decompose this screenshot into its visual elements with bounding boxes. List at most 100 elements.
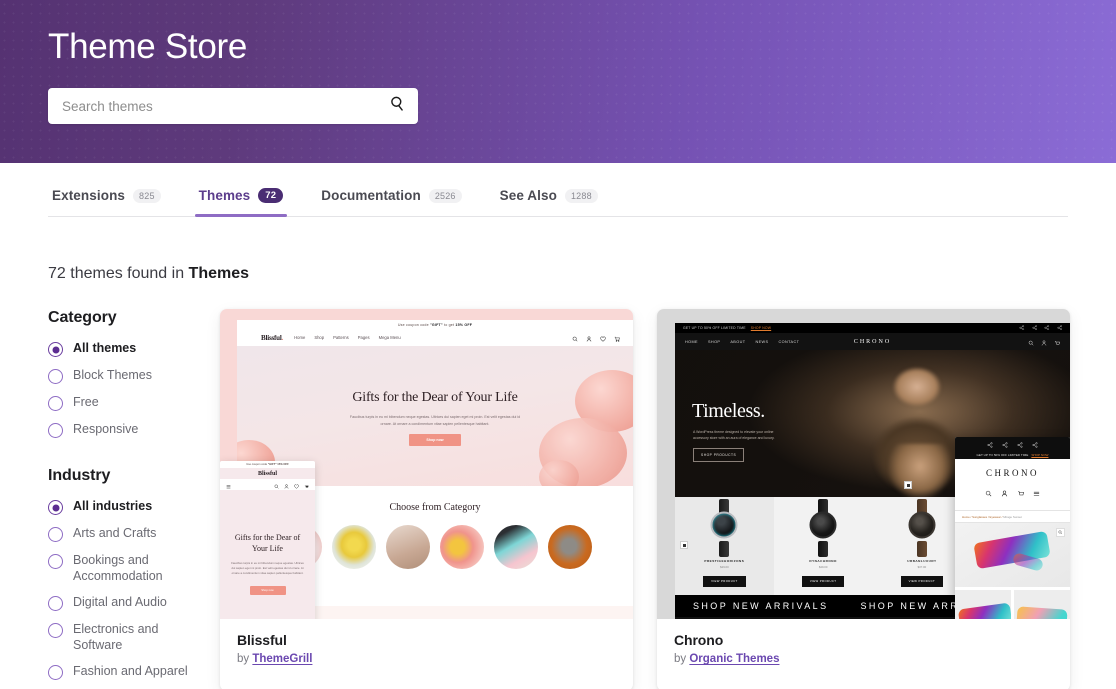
cart-icon <box>1054 333 1061 351</box>
filter-option-all-industries[interactable]: All industries <box>48 499 210 515</box>
search-icon <box>274 476 279 494</box>
filters-sidebar: Category All themes Block Themes Free Re… <box>48 309 220 689</box>
radio-icon[interactable] <box>48 554 63 569</box>
filter-option-free[interactable]: Free <box>48 395 210 411</box>
category-thumb <box>440 525 484 569</box>
radio-icon[interactable] <box>48 527 63 542</box>
mobile-promo-bar: GET UP TO 50% OFF LIMITED TIME SHOP NOW <box>955 450 1070 459</box>
preview-cta-button: Shop now <box>409 434 461 446</box>
menu-item: HOME <box>685 339 698 344</box>
preview-headline: Gifts for the Dear of Your Life <box>352 390 518 405</box>
theme-preview-image[interactable]: Use coupon code "GIFT" to get 15% OFF Bl… <box>220 309 633 619</box>
promo-mid: to get <box>444 322 455 327</box>
category-thumb <box>332 525 376 569</box>
share-icon <box>1044 325 1050 332</box>
filter-option-block-themes[interactable]: Block Themes <box>48 368 210 384</box>
preview-logo: Blissful. <box>261 333 284 342</box>
preview-nav: Blissful. Home Shop Patterns Pages Mega … <box>237 329 633 346</box>
search-bar[interactable] <box>48 88 418 124</box>
preview-brand: CHRONO <box>853 338 892 345</box>
search-input[interactable] <box>62 98 389 114</box>
breadcrumb-item: Home <box>962 514 970 519</box>
filter-option-label: Responsive <box>73 422 139 436</box>
tab-extensions[interactable]: Extensions 825 <box>48 188 165 216</box>
preview-nav-icons <box>572 329 620 347</box>
hamburger-icon <box>1033 484 1040 502</box>
menu-item: NEWS <box>755 339 769 344</box>
filter-option-label: Digital and Audio <box>73 595 167 609</box>
mobile-body-text: Faucibus turpis in eu mi bibendum neque … <box>231 561 304 576</box>
preview-promo-bar: GET UP TO 50% OFF LIMITED TIME SHOP NOW <box>675 323 1070 333</box>
cart-icon <box>614 329 620 347</box>
theme-card-chrono[interactable]: GET UP TO 50% OFF LIMITED TIME SHOP NOW … <box>657 309 1070 689</box>
filter-option-electronics-and-software[interactable]: Electronics and Software <box>48 622 210 653</box>
product-price: $49.00 <box>818 565 828 569</box>
promo-off: 15% OFF <box>455 322 473 327</box>
preview-cta-button: SHOP PRODUCTS <box>693 448 745 462</box>
radio-icon[interactable] <box>48 423 63 438</box>
heart-icon <box>600 329 606 347</box>
search-icon <box>1028 333 1034 351</box>
filter-option-label: Arts and Crafts <box>73 526 157 540</box>
filter-option-arts-and-crafts[interactable]: Arts and Crafts <box>48 526 210 542</box>
menu-item: Home <box>294 335 306 340</box>
tab-documentation[interactable]: Documentation 2526 <box>317 188 465 216</box>
filter-option-label: Electronics and Software <box>73 622 159 652</box>
search-icon[interactable] <box>389 95 406 117</box>
menu-item: Patterns <box>333 335 349 340</box>
radio-icon[interactable] <box>48 500 63 515</box>
filter-option-responsive[interactable]: Responsive <box>48 422 210 438</box>
theme-author-link[interactable]: ThemeGrill <box>252 653 312 665</box>
mobile-product-image <box>955 523 1070 587</box>
by-label: by <box>674 653 687 665</box>
filter-group-category: Category All themes Block Themes Free Re… <box>48 309 210 438</box>
preview-product: PRESTIGEHORIZONS $29.00 VIEW PRODUCT <box>675 497 774 595</box>
radio-icon[interactable] <box>48 342 63 357</box>
promo-text: GET UP TO 50% OFF LIMITED TIME <box>976 452 1029 457</box>
share-icon <box>987 437 993 453</box>
tab-see-also[interactable]: See Also 1288 <box>496 188 602 216</box>
radio-icon[interactable] <box>48 369 63 384</box>
theme-card-blissful[interactable]: Use coupon code "GIFT" to get 15% OFF Bl… <box>220 309 633 689</box>
promo-text: GET UP TO 50% OFF LIMITED TIME <box>683 326 746 330</box>
thumbnail <box>1014 590 1070 619</box>
filter-heading: Industry <box>48 467 111 484</box>
mobile-headline: Gifts for the Dear of Your Life <box>234 533 301 553</box>
tab-themes[interactable]: Themes 72 <box>194 187 288 217</box>
user-icon <box>586 329 592 347</box>
tab-label: Extensions <box>52 188 126 203</box>
radio-icon[interactable] <box>48 623 63 638</box>
theme-preview-image[interactable]: GET UP TO 50% OFF LIMITED TIME SHOP NOW … <box>657 309 1070 619</box>
category-thumb <box>548 525 592 569</box>
mobile-thumbnail-grid <box>955 587 1070 619</box>
menu-item: CONTACT <box>778 339 800 344</box>
mobile-promo-bar: Use coupon code "GIFT" 15% OFF <box>220 461 315 468</box>
user-icon <box>1041 333 1047 351</box>
preview-social-icons <box>1019 325 1062 332</box>
filter-option-label: Bookings and Accommodation <box>73 553 163 583</box>
filter-option-label: All themes <box>73 341 137 355</box>
filter-option-label: Block Themes <box>73 368 152 382</box>
results-scope: Themes <box>188 265 250 282</box>
filter-option-fashion-and-apparel[interactable]: Fashion and Apparel <box>48 664 210 680</box>
filter-option-bookings-and-accommodation[interactable]: Bookings and Accommodation <box>48 553 210 584</box>
hamburger-icon <box>226 476 231 494</box>
radio-icon[interactable] <box>48 396 63 411</box>
filter-option-label: Free <box>73 395 99 409</box>
tab-count-badge: 825 <box>133 188 161 203</box>
filter-option-all-themes[interactable]: All themes <box>48 341 210 357</box>
theme-title: Chrono <box>674 632 724 648</box>
marquee-text: SHOP NEW ARRIVALS <box>693 601 829 611</box>
search-icon <box>985 484 992 502</box>
category-thumb <box>386 525 430 569</box>
thumbnail <box>955 590 1011 619</box>
radio-icon[interactable] <box>48 596 63 611</box>
radio-icon[interactable] <box>48 665 63 680</box>
menu-item: Mega Menu <box>378 335 401 340</box>
by-label: by <box>237 653 250 665</box>
cart-icon <box>1017 484 1025 502</box>
theme-author-link[interactable]: Organic Themes <box>689 653 779 665</box>
tab-count-badge: 1288 <box>564 188 598 203</box>
filter-option-digital-and-audio[interactable]: Digital and Audio <box>48 595 210 611</box>
mobile-brand: CHRONO <box>985 468 1039 478</box>
